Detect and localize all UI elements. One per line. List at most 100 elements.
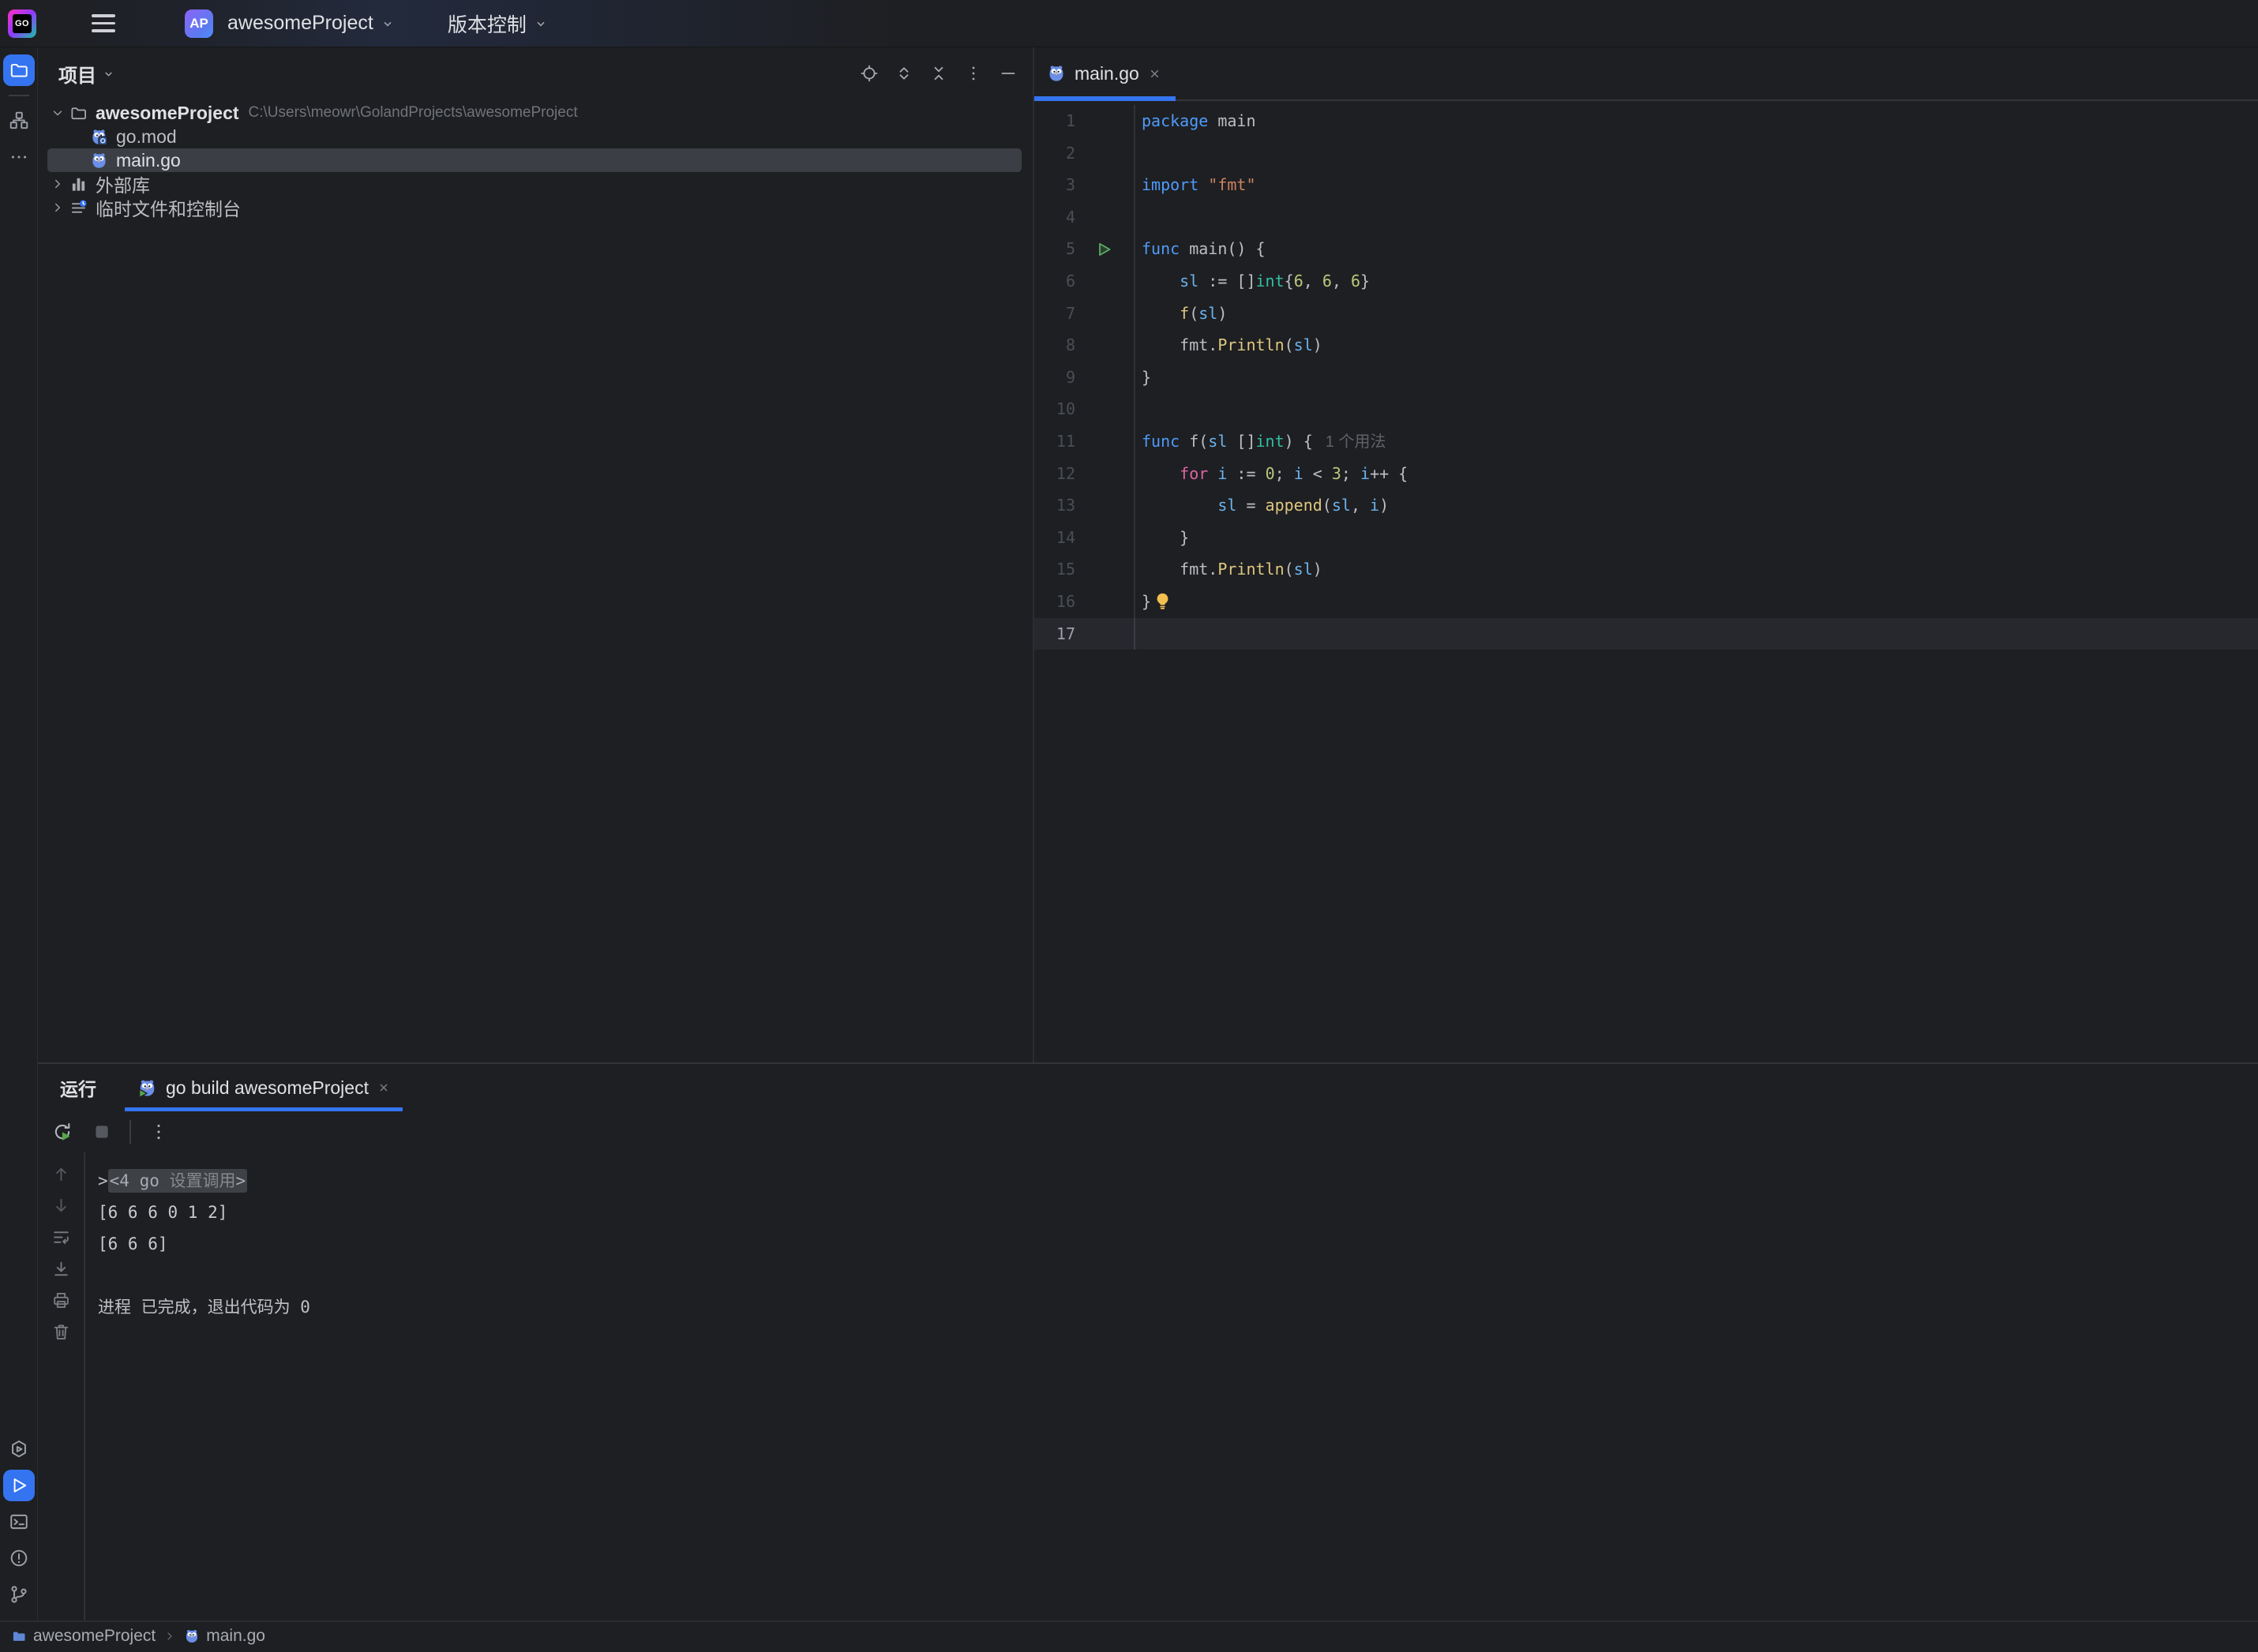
kebab-icon[interactable] (962, 62, 985, 85)
token-num: 0 (1266, 464, 1275, 483)
token-def: } (1360, 272, 1370, 290)
gutter: 1 (1034, 105, 1134, 137)
stripe-services-icon[interactable] (3, 1433, 35, 1465)
run-tab-go-build[interactable]: go build awesomeProject (125, 1064, 403, 1111)
arrow-up-icon[interactable] (49, 1162, 73, 1186)
chevron-down-icon[interactable] (47, 103, 68, 123)
line-number: 15 (1034, 553, 1075, 586)
chevron-right-icon[interactable] (47, 197, 68, 218)
usages-inlay-hint[interactable]: 1 个用法 (1326, 433, 1386, 451)
code-line-6[interactable]: 6 sl := []int{6, 6, 6} (1034, 265, 2258, 298)
collapse-all-icon[interactable] (927, 62, 951, 85)
console-output[interactable]: ><4 go 设置调用>[6 6 6 0 1 2][6 6 6] 进程 已完成，… (85, 1152, 2258, 1620)
fold-arrow[interactable]: > (98, 1171, 108, 1190)
console-toolbar (38, 1152, 85, 1620)
token-var: sl (1198, 304, 1217, 323)
stripe-run-icon[interactable] (3, 1470, 35, 1501)
close-icon[interactable] (377, 1081, 390, 1094)
code-line-8[interactable]: 8 fmt.Println(sl) (1034, 329, 2258, 361)
line-number: 14 (1034, 522, 1075, 554)
stripe-divider (9, 95, 29, 96)
code-line-7[interactable]: 7 f(sl) (1034, 298, 2258, 330)
locate-icon[interactable] (857, 62, 881, 85)
code-line-3[interactable]: 3import "fmt" (1034, 169, 2258, 201)
kebab-icon[interactable] (147, 1120, 171, 1144)
tree-item--[interactable]: 临时文件和控制台 (47, 196, 1022, 219)
breadcrumb-main.go[interactable]: main.go (184, 1627, 265, 1646)
tree-item-main.go[interactable]: main.go (47, 148, 1022, 172)
folded-command-region[interactable]: <4 go 设置调用> (108, 1169, 248, 1193)
editor-tab-main-go[interactable]: main.go (1034, 47, 1176, 99)
stripe-more-tools-icon[interactable] (3, 141, 35, 173)
stripe-version-control-icon[interactable] (3, 1579, 35, 1610)
code-line-2[interactable]: 2 (1034, 137, 2258, 170)
gutter-icon-slot (1075, 137, 1132, 170)
token-var: sl (1294, 560, 1313, 579)
project-avatar[interactable]: AP (185, 9, 213, 38)
token-var: i (1360, 464, 1370, 483)
token-var: i (1294, 464, 1303, 483)
stripe-terminal-icon[interactable] (3, 1506, 35, 1538)
main-menu-icon[interactable] (92, 8, 123, 39)
editor-tabbar: main.go (1034, 47, 2258, 101)
token-def: f( (1180, 432, 1208, 451)
gutter-icon-slot (1075, 298, 1132, 330)
code-text: fmt.Println(sl) (1135, 553, 1322, 586)
code-line-12[interactable]: 12 for i := 0; i < 3; i++ { (1034, 458, 2258, 490)
printer-icon[interactable] (49, 1288, 73, 1312)
code-line-14[interactable]: 14 } (1034, 522, 2258, 554)
code-text: } (1135, 586, 1172, 618)
gutter: 4 (1034, 201, 1134, 234)
code-line-11[interactable]: 11func f(sl []int) {1 个用法 (1034, 425, 2258, 458)
project-panel-title[interactable]: 项目 (58, 60, 114, 88)
run-gutter-icon[interactable] (1075, 233, 1132, 265)
breadcrumb-chevron-icon (163, 1630, 176, 1643)
minimize-icon[interactable] (996, 62, 1020, 85)
project-selector[interactable]: awesomeProject (227, 12, 394, 35)
breadcrumb-awesomeProject[interactable]: awesomeProject (11, 1627, 156, 1646)
expand-all-icon[interactable] (892, 62, 916, 85)
stripe-problems-icon[interactable] (3, 1542, 35, 1574)
stripe-project-icon[interactable] (3, 54, 35, 86)
code-line-15[interactable]: 15 fmt.Println(sl) (1034, 553, 2258, 586)
code-line-17[interactable]: 17 (1034, 618, 2258, 650)
code-line-9[interactable]: 9} (1034, 361, 2258, 394)
rerun-icon[interactable] (51, 1120, 74, 1144)
run-panel: 运行 go build awesomeProject ><4 go 设置调用>[… (38, 1062, 2258, 1620)
trash-icon[interactable] (49, 1320, 73, 1343)
stop-icon[interactable] (90, 1120, 114, 1144)
token-var: sl (1208, 432, 1227, 451)
code-line-4[interactable]: 4 (1034, 201, 2258, 234)
tree-item-go.mod[interactable]: go.mod (47, 125, 1022, 148)
vcs-menu[interactable]: 版本控制 (448, 9, 547, 38)
code-line-10[interactable]: 10 (1034, 393, 2258, 425)
token-for: for (1180, 464, 1208, 483)
gutter: 12 (1034, 458, 1134, 490)
code-editor[interactable]: 1package main23import "fmt"45func main()… (1034, 101, 2258, 1062)
code-line-5[interactable]: 5func main() { (1034, 233, 2258, 265)
close-icon[interactable] (1148, 67, 1161, 81)
code-line-1[interactable]: 1package main (1034, 105, 2258, 137)
tree-item--[interactable]: 外部库 (47, 172, 1022, 196)
goland-logo-text: GO (13, 14, 32, 33)
soft-wrap-icon[interactable] (49, 1225, 73, 1249)
gutter: 17 (1034, 618, 1134, 650)
code-text: sl = append(sl, i) (1135, 489, 1389, 522)
line-number: 10 (1034, 393, 1075, 425)
gutter-icon-slot (1075, 265, 1132, 298)
token-def: main() { (1180, 239, 1265, 258)
arrow-down-icon[interactable] (49, 1193, 73, 1217)
code-text: } (1135, 522, 1189, 554)
token-var: sl (1294, 335, 1313, 354)
stripe-structure-icon[interactable] (3, 105, 35, 137)
token-def (1142, 272, 1180, 290)
code-line-16[interactable]: 16} (1034, 586, 2258, 618)
status-bar: awesomeProject main.go (0, 1620, 2258, 1652)
token-def: ( (1285, 335, 1294, 354)
code-line-13[interactable]: 13 sl = append(sl, i) (1034, 489, 2258, 522)
token-def: = (1236, 496, 1265, 515)
tree-item-awesomeProject[interactable]: awesomeProjectC:\Users\meowr\GolandProje… (47, 101, 1022, 125)
scroll-end-icon[interactable] (49, 1257, 73, 1280)
chevron-right-icon[interactable] (47, 174, 68, 194)
intention-bulb-icon[interactable] (1153, 591, 1172, 611)
